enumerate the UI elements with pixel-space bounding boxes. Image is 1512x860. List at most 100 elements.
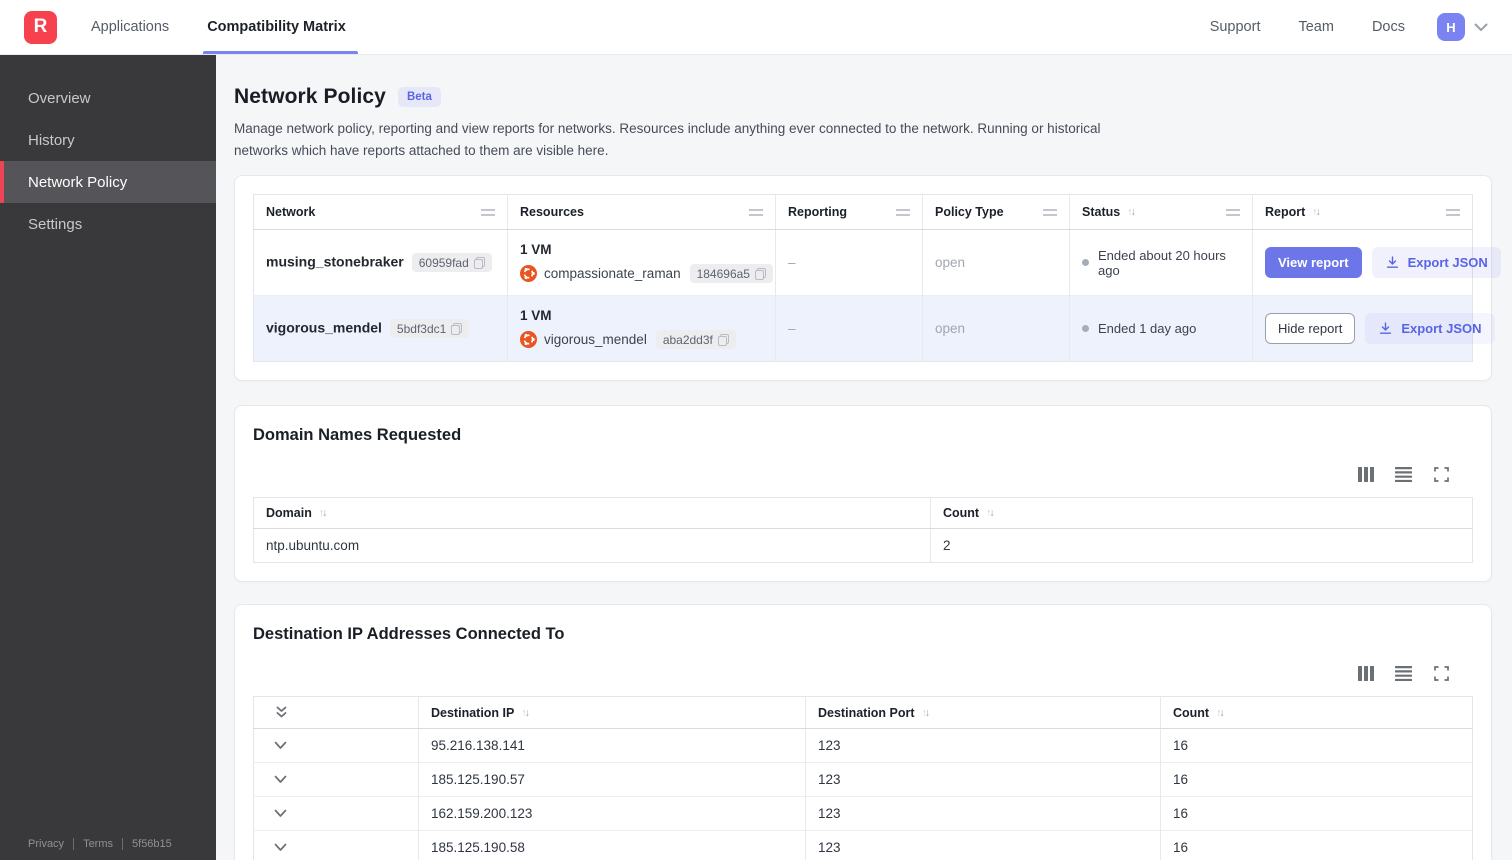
count-value: 16 xyxy=(1160,796,1473,831)
fullscreen-icon[interactable] xyxy=(1432,664,1451,682)
sort-icon[interactable]: ↑↓ xyxy=(1312,206,1321,218)
sort-icon[interactable]: ↑↓ xyxy=(521,707,530,719)
col-header-report: Report ↑↓ xyxy=(1252,194,1473,231)
destination-port-value: 123 xyxy=(805,762,1161,797)
row-height-icon[interactable] xyxy=(1394,664,1413,682)
export-json-button[interactable]: Export JSON xyxy=(1371,247,1501,279)
count-value: 2 xyxy=(930,528,1473,563)
destination-row[interactable]: 185.125.190.57 123 16 xyxy=(253,762,1473,797)
resource-count: 1 VM xyxy=(520,308,552,324)
primary-tabs: Applications Compatibility Matrix xyxy=(89,0,358,54)
sidebar-item-network-policy[interactable]: Network Policy xyxy=(0,161,216,203)
nav-link-team[interactable]: Team xyxy=(1298,19,1333,35)
network-name: musing_stonebraker xyxy=(266,253,404,270)
sort-icon[interactable]: ↑↓ xyxy=(922,707,931,719)
resource-id-badge[interactable]: aba2dd3f xyxy=(655,330,736,350)
col-label-resources: Resources xyxy=(520,205,584,220)
destinations-table: Destination IP ↑↓ Destination Port ↑↓ Co… xyxy=(253,696,1473,860)
col-header-destination-ip: Destination IP ↑↓ xyxy=(418,696,806,730)
expand-row-icon[interactable] xyxy=(274,741,406,750)
col-header-policy-type: Policy Type xyxy=(922,194,1070,231)
fullscreen-icon[interactable] xyxy=(1432,465,1451,483)
privacy-link[interactable]: Privacy xyxy=(28,838,64,850)
chevron-down-icon[interactable] xyxy=(1474,23,1488,32)
column-resize-handle[interactable] xyxy=(1446,208,1460,216)
network-row[interactable]: musing_stonebraker 60959fad 1 VM compass… xyxy=(253,229,1501,296)
nav-link-support[interactable]: Support xyxy=(1210,19,1261,35)
ubuntu-icon xyxy=(520,265,537,283)
sort-icon[interactable]: ↑↓ xyxy=(319,507,328,519)
table-toolbar xyxy=(253,664,1473,682)
column-resize-handle[interactable] xyxy=(749,208,763,216)
resource-id-badge[interactable]: 184696a5 xyxy=(689,264,773,284)
user-menu[interactable]: H xyxy=(1437,13,1488,41)
col-label-network: Network xyxy=(266,205,316,220)
tab-compatibility-matrix[interactable]: Compatibility Matrix xyxy=(203,0,358,54)
count-value: 16 xyxy=(1160,830,1473,860)
copy-icon[interactable] xyxy=(717,333,729,346)
destination-row[interactable]: 185.125.190.58 123 16 xyxy=(253,830,1473,860)
expand-row-icon[interactable] xyxy=(274,775,406,784)
destination-port-value: 123 xyxy=(805,796,1161,831)
sidebar-footer: Privacy Terms 5f56b15 xyxy=(28,838,172,850)
export-json-button[interactable]: Export JSON xyxy=(1365,313,1495,345)
sidebar-item-settings[interactable]: Settings xyxy=(0,203,216,245)
resource-name: compassionate_raman xyxy=(544,266,681,282)
network-row[interactable]: vigorous_mendel 5bdf3dc1 1 VM vigorous_m… xyxy=(253,295,1495,362)
copy-icon[interactable] xyxy=(754,267,766,280)
column-resize-handle[interactable] xyxy=(1043,208,1057,216)
expand-row-icon[interactable] xyxy=(274,843,406,852)
domains-card-title: Domain Names Requested xyxy=(253,426,462,445)
destination-row[interactable]: 95.216.138.141 123 16 xyxy=(253,728,1473,763)
col-label-status: Status xyxy=(1082,205,1121,220)
sort-icon[interactable]: ↑↓ xyxy=(1127,206,1136,218)
domain-row[interactable]: ntp.ubuntu.com 2 xyxy=(253,528,1473,563)
col-label-domain: Domain xyxy=(266,506,312,521)
destination-row[interactable]: 162.159.200.123 123 16 xyxy=(253,796,1473,831)
destination-port-value: 123 xyxy=(805,830,1161,860)
col-label-destination-ip: Destination IP xyxy=(431,705,515,720)
network-id-badge[interactable]: 60959fad xyxy=(411,253,492,273)
column-resize-handle[interactable] xyxy=(1226,208,1240,216)
view-report-button[interactable]: View report xyxy=(1265,247,1362,279)
networks-card: Network Resources Reporting Policy Type xyxy=(234,175,1501,382)
copy-icon[interactable] xyxy=(473,256,485,269)
domains-table: Domain ↑↓ Count ↑↓ ntp.ubuntu.com 2 xyxy=(253,497,1473,564)
sort-icon[interactable]: ↑↓ xyxy=(986,507,995,519)
top-nav: R Applications Compatibility Matrix Supp… xyxy=(0,0,1512,55)
columns-icon[interactable] xyxy=(1356,465,1375,483)
nav-link-docs[interactable]: Docs xyxy=(1372,19,1405,35)
col-label-report: Report xyxy=(1265,205,1306,220)
ubuntu-icon xyxy=(520,331,537,349)
row-height-icon[interactable] xyxy=(1394,465,1413,483)
avatar[interactable]: H xyxy=(1437,13,1465,41)
copy-icon[interactable] xyxy=(451,322,463,335)
nav-right: Support Team Docs H xyxy=(1210,0,1488,54)
column-resize-handle[interactable] xyxy=(481,208,495,216)
col-label-policy-type: Policy Type xyxy=(935,205,1004,220)
expand-row-icon[interactable] xyxy=(274,809,406,818)
reporting-value: – xyxy=(775,229,923,296)
status-dot-icon xyxy=(1082,259,1089,267)
col-header-status: Status ↑↓ xyxy=(1069,194,1253,231)
destination-port-value: 123 xyxy=(805,728,1161,763)
hide-report-button[interactable]: Hide report xyxy=(1265,313,1356,345)
app-logo[interactable]: R xyxy=(24,10,57,44)
beta-badge: Beta xyxy=(397,87,441,107)
sort-icon[interactable]: ↑↓ xyxy=(1216,707,1225,719)
expand-all-icon[interactable] xyxy=(274,705,406,720)
status-text: Ended about 20 hours ago xyxy=(1098,247,1226,278)
col-header-destination-port: Destination Port ↑↓ xyxy=(805,696,1161,730)
download-icon xyxy=(1378,321,1393,336)
network-id-badge[interactable]: 5bdf3dc1 xyxy=(389,319,470,339)
sidebar-item-overview[interactable]: Overview xyxy=(0,77,216,119)
footer-divider xyxy=(122,838,124,850)
policy-type-value: open xyxy=(922,295,1070,362)
terms-link[interactable]: Terms xyxy=(83,838,113,850)
columns-icon[interactable] xyxy=(1356,664,1375,682)
destination-ip-value: 185.125.190.58 xyxy=(418,830,806,860)
tab-applications[interactable]: Applications xyxy=(89,0,171,54)
build-version: 5f56b15 xyxy=(132,838,172,850)
column-resize-handle[interactable] xyxy=(896,208,910,216)
sidebar-item-history[interactable]: History xyxy=(0,119,216,161)
